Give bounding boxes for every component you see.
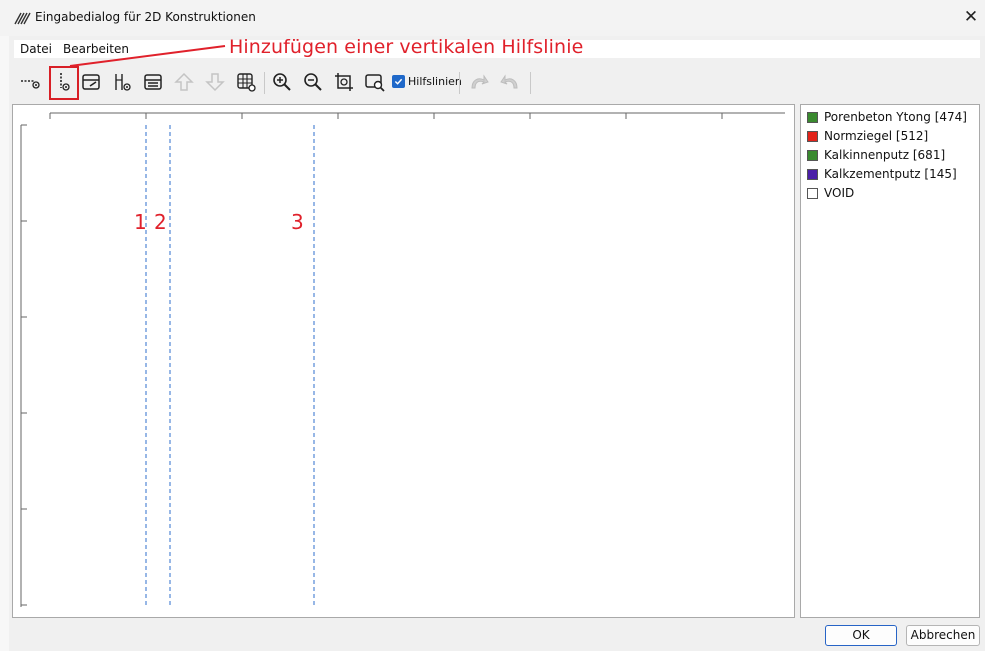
redo-button[interactable]	[497, 70, 523, 96]
add-vertical-guide-icon	[54, 72, 74, 95]
legend-item[interactable]: Porenbeton Ytong [474]	[807, 109, 967, 125]
legend-label: Kalkinnenputz [681]	[824, 148, 946, 162]
move-up-icon	[174, 72, 194, 95]
edit-layer-icon	[81, 72, 101, 95]
zoom-in-icon	[272, 72, 292, 95]
cancel-button[interactable]: Abbrechen	[906, 625, 980, 646]
add-horizontal-guide-icon	[20, 72, 40, 95]
legend-label: VOID	[824, 186, 855, 200]
zoom-fit-button[interactable]	[331, 70, 357, 96]
layer-list-button[interactable]	[140, 70, 166, 96]
toolbar: Hilfslinien	[14, 66, 980, 100]
add-layer-icon	[112, 72, 132, 95]
legend-label: Normziegel [512]	[824, 129, 929, 143]
move-up-button[interactable]	[171, 70, 197, 96]
menu-datei[interactable]: Datei	[20, 42, 52, 56]
guide-lines	[145, 125, 315, 607]
guides-checkbox[interactable]: Hilfslinien	[392, 75, 462, 88]
dialog-window: Eingabedialog für 2D Konstruktionen ✕ Da…	[0, 0, 985, 651]
edit-layer-button[interactable]	[78, 70, 104, 96]
menu-bearbeiten[interactable]: Bearbeiten	[63, 42, 129, 56]
zoom-out-button[interactable]	[300, 70, 326, 96]
material-color-swatch	[807, 111, 818, 123]
canvas-drawing	[20, 112, 785, 607]
checkmark-icon	[392, 75, 405, 88]
drawing-canvas[interactable]	[12, 104, 795, 618]
move-down-button[interactable]	[202, 70, 228, 96]
material-color-swatch	[807, 187, 818, 199]
legend-label: Kalkzementputz [145]	[824, 167, 957, 181]
layer-list-icon	[143, 72, 163, 95]
legend-item[interactable]: VOID	[807, 185, 854, 201]
grid-settings-button[interactable]	[233, 70, 259, 96]
window-title: Eingabedialog für 2D Konstruktionen	[35, 10, 256, 24]
toolbar-separator	[264, 72, 265, 94]
ok-button[interactable]: OK	[825, 625, 897, 646]
toolbar-separator	[530, 72, 531, 94]
zoom-in-button[interactable]	[269, 70, 295, 96]
zoom-out-icon	[303, 72, 323, 95]
material-color-swatch	[807, 168, 818, 180]
guide-label-2: 2	[154, 210, 167, 234]
material-legend: Porenbeton Ytong [474] Normziegel [512] …	[800, 104, 980, 618]
add-horizontal-guide-button[interactable]	[17, 70, 43, 96]
title-bar: Eingabedialog für 2D Konstruktionen ✕	[0, 0, 985, 36]
annotation-callout-text: Hinzufügen einer vertikalen Hilfslinie	[229, 36, 584, 58]
app-logo-icon	[14, 10, 32, 26]
grid-settings-icon	[236, 72, 256, 95]
undo-icon	[469, 72, 489, 95]
legend-item[interactable]: Kalkzementputz [145]	[807, 166, 957, 182]
material-color-swatch	[807, 149, 818, 161]
legend-item[interactable]: Kalkinnenputz [681]	[807, 147, 945, 163]
zoom-window-icon	[365, 72, 385, 95]
zoom-window-button[interactable]	[362, 70, 388, 96]
move-down-icon	[205, 72, 225, 95]
undo-button[interactable]	[466, 70, 492, 96]
close-button[interactable]: ✕	[958, 4, 984, 30]
redo-icon	[500, 72, 520, 95]
guide-label-1: 1	[134, 210, 147, 234]
legend-label: Porenbeton Ytong [474]	[824, 110, 967, 124]
toolbar-separator	[459, 72, 460, 94]
material-color-swatch	[807, 130, 818, 142]
add-layer-button[interactable]	[109, 70, 135, 96]
add-vertical-guide-button[interactable]	[49, 66, 79, 100]
legend-item[interactable]: Normziegel [512]	[807, 128, 928, 144]
guides-checkbox-label: Hilfslinien	[408, 75, 462, 88]
guide-label-3: 3	[291, 210, 304, 234]
zoom-fit-icon	[334, 72, 354, 95]
background-window-strip	[0, 36, 9, 651]
